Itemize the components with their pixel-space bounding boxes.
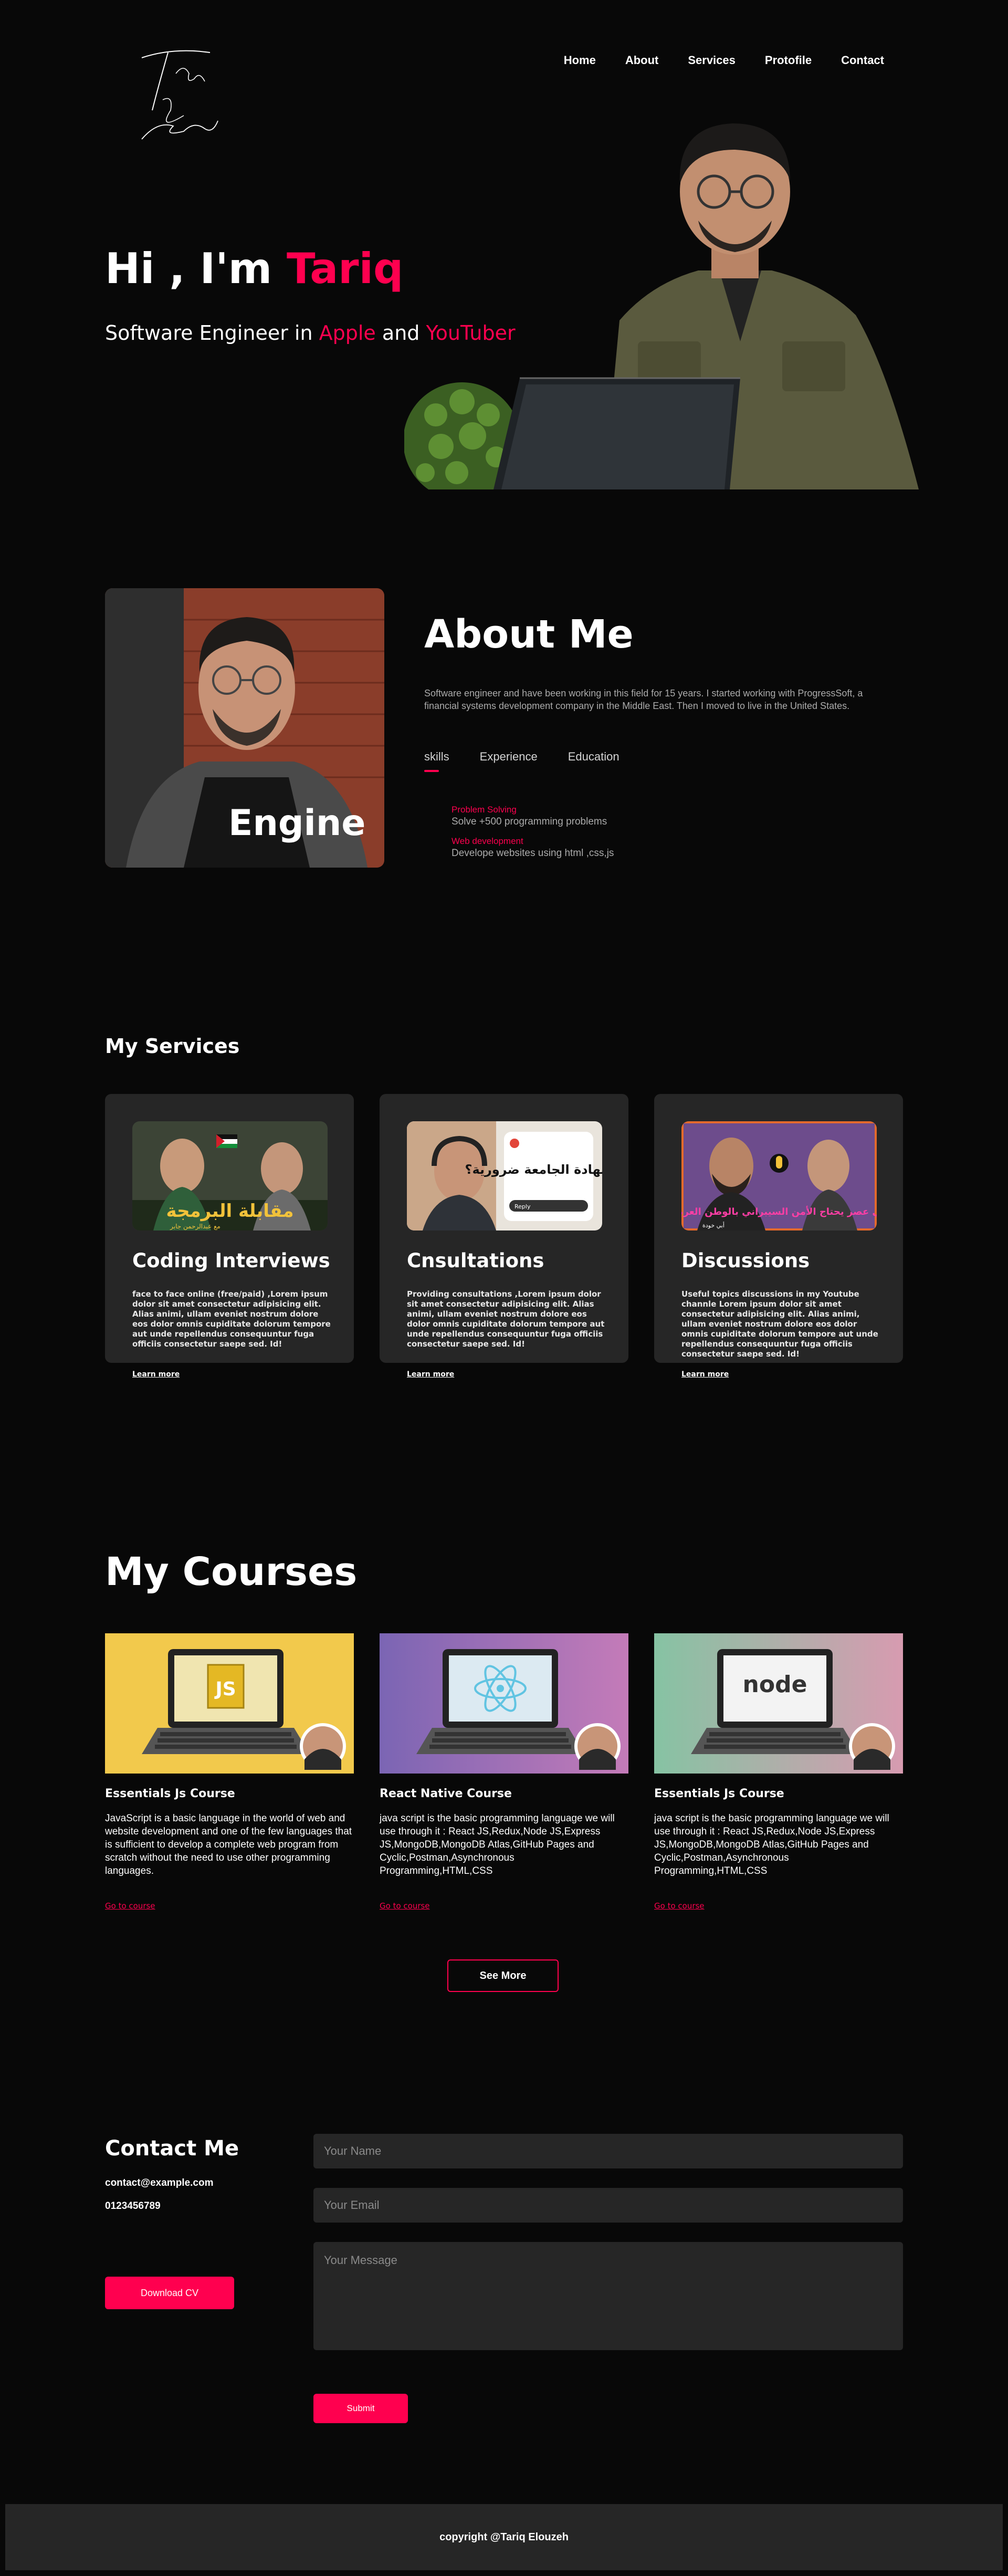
skill-item: Web development Develope websites using … xyxy=(452,836,614,859)
service-name: Coding Interviews xyxy=(132,1249,330,1272)
skill-item: Problem Solving Solve +500 programming p… xyxy=(452,805,607,828)
contact-email: contact@example.com xyxy=(105,2177,214,2188)
course-thumbnail[interactable]: JS xyxy=(105,1633,354,1774)
service-thumbnail[interactable]: هل شهادة الجامعة ضرورية؟ Reply xyxy=(407,1121,602,1230)
svg-text:في عصر يحتاج الأمن السيبراني ب: في عصر يحتاج الأمن السيبراني بالوطن العر… xyxy=(681,1206,877,1217)
course-desc: java script is the basic programming lan… xyxy=(654,1813,889,1876)
learn-more-link[interactable]: Learn more xyxy=(132,1370,180,1379)
hero-name: Tariq xyxy=(286,244,404,293)
course-name: Essentials Js Course xyxy=(654,1787,784,1800)
contact-phone: 0123456789 xyxy=(105,2200,161,2212)
skill-title: Problem Solving xyxy=(452,805,517,815)
go-to-course-link[interactable]: Go to course xyxy=(105,1901,155,1911)
footer: copyright @Tariq Elouzeh xyxy=(5,2504,1003,2570)
download-cv-button[interactable]: Download CV xyxy=(105,2277,234,2309)
svg-text:مع عبدالرحمن جابر: مع عبدالرحمن جابر xyxy=(170,1223,220,1230)
course-name: React Native Course xyxy=(380,1787,512,1800)
learn-more-link[interactable]: Learn more xyxy=(681,1370,729,1379)
nav-contact[interactable]: Contact xyxy=(841,54,884,67)
see-more-button[interactable]: See More xyxy=(447,1959,559,1992)
go-to-course-link[interactable]: Go to course xyxy=(654,1901,705,1911)
svg-text:مقابلة البرمجة: مقابلة البرمجة xyxy=(166,1201,293,1222)
skill-value: Solve +500 programming problems xyxy=(452,816,607,827)
tab-experience[interactable]: Experience xyxy=(480,750,538,764)
service-thumbnail[interactable]: في عصر يحتاج الأمن السيبراني بالوطن العر… xyxy=(681,1121,877,1230)
nav-about[interactable]: About xyxy=(625,54,659,67)
course-desc: java script is the basic programming lan… xyxy=(380,1813,615,1876)
course-card: JS Essentials Js Course JavaScript is a … xyxy=(105,1633,354,1911)
email-field[interactable] xyxy=(313,2188,903,2223)
course-card: node Essentials Js Course java script is… xyxy=(654,1633,903,1911)
skill-value: Develope websites using html ,css,js xyxy=(452,848,614,859)
signature-logo[interactable] xyxy=(126,42,226,147)
hero-greeting: Hi , I'm xyxy=(105,244,287,293)
courses-title: My Courses xyxy=(105,1549,358,1594)
contact-title: Contact Me xyxy=(105,2136,239,2161)
about-tabs: skills Experience Education xyxy=(424,750,620,772)
service-desc: Providing consultations ,Lorem ipsum dol… xyxy=(407,1289,605,1349)
copyright-text: copyright @Tariq Elouzeh xyxy=(439,2531,569,2543)
main-nav: Home About Services Protofile Contact xyxy=(564,54,884,67)
tab-education[interactable]: Education xyxy=(568,750,620,764)
submit-button[interactable]: Submit xyxy=(313,2394,408,2423)
service-card: هل شهادة الجامعة ضرورية؟ Reply Cnsultati… xyxy=(380,1094,628,1379)
course-desc: JavaScript is a basic language in the wo… xyxy=(105,1813,352,1876)
about-title: About Me xyxy=(424,612,634,657)
course-thumbnail[interactable]: node xyxy=(654,1633,903,1774)
learn-more-link[interactable]: Learn more xyxy=(407,1370,454,1379)
tab-skills[interactable]: skills xyxy=(424,750,449,772)
nav-services[interactable]: Services xyxy=(688,54,736,67)
nav-home[interactable]: Home xyxy=(564,54,596,67)
hero-sub-company: Apple xyxy=(319,321,376,345)
service-card: مقابلة البرمجة مع عبدالرحمن جابر Coding … xyxy=(105,1094,354,1379)
nav-portfolio[interactable]: Protofile xyxy=(765,54,812,67)
service-name: Discussions xyxy=(681,1249,810,1272)
course-badge-node: node xyxy=(743,1671,807,1698)
service-desc: face to face online (free/paid) ,Lorem i… xyxy=(132,1289,331,1349)
services-title: My Services xyxy=(105,1035,240,1058)
service-desc: Useful topics discussions in my Youtube … xyxy=(681,1289,878,1359)
skill-title: Web development xyxy=(452,836,523,846)
svg-text:أبي خودة: أبي خودة xyxy=(702,1222,724,1229)
course-card: React Native Course java script is the b… xyxy=(380,1633,628,1911)
message-field[interactable] xyxy=(313,2242,903,2350)
about-portrait: Engine xyxy=(105,588,384,868)
hero-title: Hi , I'm Tariq xyxy=(105,244,403,293)
hero-sub-prefix: Software Engineer in xyxy=(105,321,319,345)
name-field[interactable] xyxy=(313,2134,903,2168)
service-card: في عصر يحتاج الأمن السيبراني بالوطن العر… xyxy=(654,1094,903,1379)
service-name: Cnsultations xyxy=(407,1249,544,1272)
course-thumbnail[interactable] xyxy=(380,1633,628,1774)
svg-text:هل شهادة الجامعة ضرورية؟: هل شهادة الجامعة ضرورية؟ xyxy=(465,1162,602,1177)
course-name: Essentials Js Course xyxy=(105,1787,235,1800)
about-text: Software engineer and have been working … xyxy=(424,688,863,711)
svg-text:Reply: Reply xyxy=(514,1203,531,1210)
shirt-text: Engine xyxy=(228,802,365,844)
hero-portrait xyxy=(404,123,919,489)
course-badge-js: JS xyxy=(214,1678,236,1700)
service-thumbnail[interactable]: مقابلة البرمجة مع عبدالرحمن جابر xyxy=(132,1121,328,1230)
go-to-course-link[interactable]: Go to course xyxy=(380,1901,430,1911)
